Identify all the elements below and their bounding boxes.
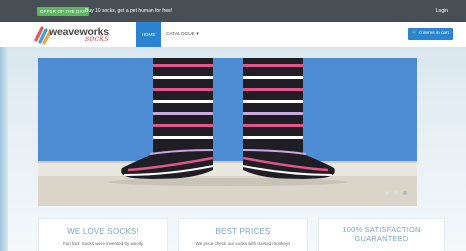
carousel-dot[interactable]	[385, 191, 389, 195]
carousel-dot[interactable]	[394, 191, 398, 195]
hero-carousel[interactable]	[38, 58, 417, 206]
carousel-indicators	[385, 191, 407, 195]
nav-catalogue-dropdown[interactable]: CATALOGUE ▾	[166, 22, 199, 47]
offer-of-the-day-badge: OFFER OF THE DAY	[37, 7, 89, 16]
top-bar: OFFER OF THE DAY Buy 10 socks, get a pet…	[0, 0, 466, 22]
login-link[interactable]: Login	[436, 7, 448, 16]
weaveworks-socks-logo[interactable]: weaveworks socks	[33, 24, 121, 45]
cart-button[interactable]: 🛒 0 items in cart	[407, 28, 453, 40]
feature-card-love-socks: WE LOVE SOCKS! Fun fact: Socks were inve…	[38, 218, 168, 251]
card-body: Fun fact: Socks were invented by woolly	[62, 241, 144, 246]
card-body: We price check our socks with trained mo…	[195, 241, 291, 246]
navbar: weaveworks socks HOME CATALOGUE ▾ 🛒 0 it…	[0, 22, 466, 47]
card-title: BEST PRICES	[215, 227, 271, 236]
offer-text: Buy 10 socks, get a pet human for free!	[85, 8, 173, 14]
hero-image-socks	[38, 58, 417, 206]
nav-home[interactable]: HOME	[136, 22, 161, 47]
card-title: 100% SATISFACTION GUARANTEED	[342, 225, 421, 243]
carousel-dot-active[interactable]	[403, 191, 407, 195]
logo-socks-text: socks	[85, 34, 109, 44]
card-title: WE LOVE SOCKS!	[67, 227, 139, 236]
feature-card-best-prices: BEST PRICES We price check our socks wit…	[178, 218, 308, 251]
feature-card-satisfaction: 100% SATISFACTION GUARANTEED	[318, 218, 445, 251]
